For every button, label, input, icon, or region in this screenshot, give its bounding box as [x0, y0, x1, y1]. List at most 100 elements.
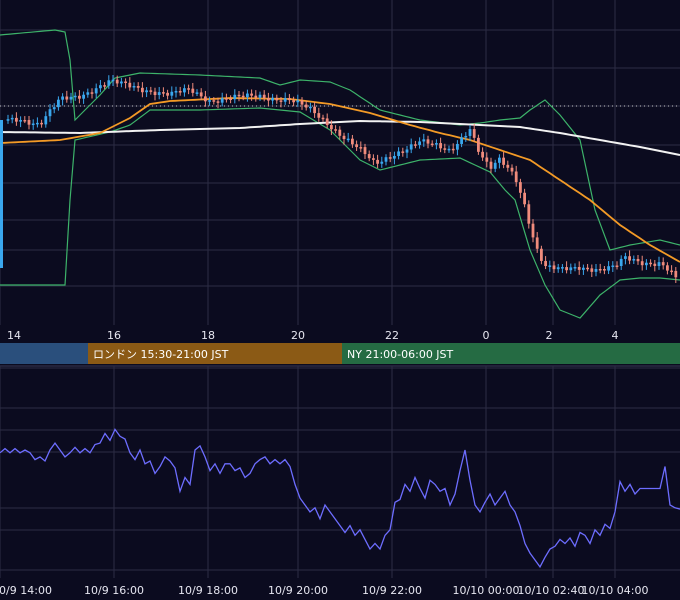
candle-body: [540, 248, 543, 261]
candle-body: [86, 92, 90, 95]
candle-body: [640, 261, 644, 266]
oscillator-x-tick-label: 10/10 02:40: [518, 584, 585, 597]
candle-body: [439, 143, 442, 149]
candle-body: [120, 81, 123, 84]
candle-body: [208, 100, 211, 102]
candle-body: [418, 141, 421, 145]
candle-body: [115, 79, 119, 84]
oscillator-x-tick-label: 10/9 18:00: [178, 584, 238, 597]
candle-body: [481, 151, 484, 158]
candle-body: [304, 104, 308, 108]
candle-body: [61, 96, 64, 100]
candle-body: [372, 158, 375, 160]
fx-chart[interactable]: 14 16 18 20 22 0 2 4 ロンドン 15:30-21:00 JST NY 21:…: [0, 0, 680, 600]
candle-body: [128, 82, 132, 88]
candle-body: [367, 154, 371, 159]
price-x-tick-label: 22: [385, 329, 399, 342]
candle-body: [170, 91, 174, 96]
candle-body: [254, 95, 258, 98]
candle-body: [296, 100, 300, 103]
candle-body: [409, 144, 413, 150]
candle-body: [191, 88, 195, 93]
candle-body: [355, 144, 358, 148]
candle-body: [334, 129, 337, 131]
candle-body: [216, 101, 220, 103]
candle-body: [233, 94, 237, 100]
candle-body: [149, 90, 153, 92]
candle-body: [619, 258, 623, 267]
candle-body: [363, 147, 367, 155]
candle-body: [460, 137, 463, 144]
candle-body: [569, 267, 573, 271]
candle-body: [472, 129, 476, 138]
price-panel[interactable]: 14 16 18 20 22 0 2 4: [0, 0, 680, 342]
candle-body: [380, 161, 384, 164]
candle-body: [590, 268, 594, 272]
candle-body: [212, 100, 216, 102]
candle-body: [141, 87, 144, 93]
candle-body: [195, 92, 199, 94]
candle-body: [19, 120, 22, 122]
oscillator-x-tick-label: 10/10 04:00: [582, 584, 649, 597]
candle-body: [44, 116, 48, 125]
candle-body: [103, 85, 106, 87]
candle-body: [628, 256, 631, 261]
candle-body: [31, 123, 35, 126]
candle-body: [153, 91, 157, 96]
candle-body: [250, 93, 253, 96]
candle-body: [220, 98, 224, 103]
candle-body: [388, 157, 392, 159]
oscillator-panel[interactable]: 10/9 14:00 10/9 16:00 10/9 18:00 10/9 20:00…: [0, 365, 680, 597]
candle-body: [456, 143, 459, 150]
candle-body: [136, 86, 140, 88]
candle-body: [241, 95, 245, 98]
candle-body: [157, 92, 161, 96]
candle-body: [300, 100, 304, 105]
candle-body: [556, 267, 560, 270]
candle-body: [342, 135, 346, 140]
candle-body: [162, 92, 165, 94]
candle-body: [506, 164, 510, 168]
candle-body: [645, 262, 648, 266]
oscillator-x-tick-label: 10/9 22:00: [362, 584, 422, 597]
candle-body: [498, 157, 501, 163]
candle-body: [94, 88, 98, 94]
oscillator-x-tick-label: 10/10 00:00: [453, 584, 520, 597]
oscillator-x-tick-label: 10/9 14:00: [0, 584, 52, 597]
candle-body: [111, 79, 115, 82]
candle-body: [405, 149, 409, 153]
candle-body: [132, 86, 136, 88]
candle-body: [309, 106, 312, 109]
candle-body: [338, 129, 342, 136]
price-x-tick-label: 18: [201, 329, 215, 342]
candle-body: [283, 98, 287, 102]
candle-body: [237, 94, 241, 97]
candle-body: [489, 161, 493, 169]
candle-body: [271, 97, 274, 101]
candle-body: [82, 94, 85, 99]
oscillator-panel-background: [0, 366, 680, 576]
candle-body: [468, 129, 472, 136]
candle-body: [435, 143, 438, 145]
candle-body: [657, 262, 661, 266]
candle-body: [90, 92, 94, 94]
candle-body: [10, 117, 14, 120]
candle-body: [48, 109, 52, 117]
candle-body: [443, 148, 447, 150]
candle-body: [598, 268, 602, 271]
candle-body: [351, 138, 354, 145]
candle-body: [346, 138, 350, 141]
price-x-tick-label: 0: [483, 329, 490, 342]
candle-body: [477, 137, 480, 152]
candle-body: [69, 96, 73, 100]
candle-body: [6, 119, 10, 121]
candle-body: [65, 96, 69, 100]
candle-body: [36, 122, 39, 125]
candle-body: [330, 125, 333, 130]
candle-body: [258, 94, 262, 98]
session-label: NY 21:00-06:00 JST: [347, 348, 454, 361]
candle-body: [548, 265, 552, 267]
candle-body: [632, 258, 636, 261]
candle-body: [78, 95, 81, 99]
candle-body: [401, 151, 405, 153]
